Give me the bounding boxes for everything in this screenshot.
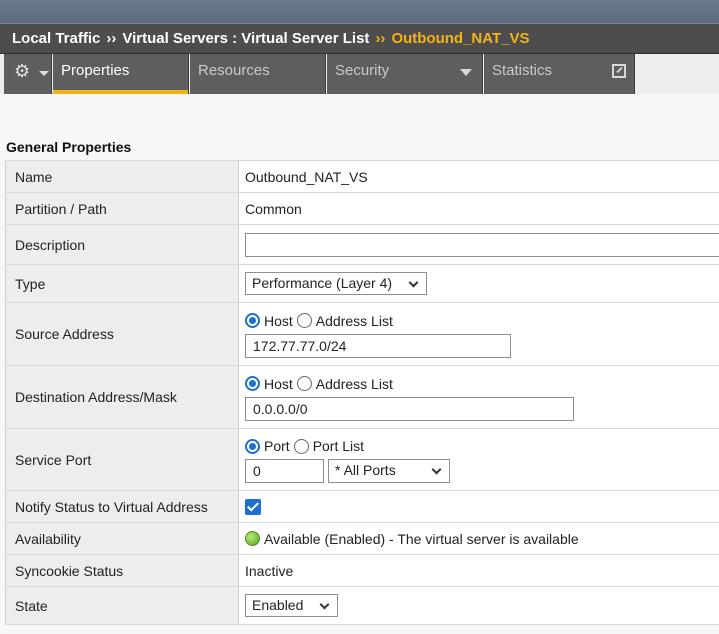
syncookie-value: Inactive bbox=[238, 554, 719, 587]
table-row: Name Outbound_NAT_VS bbox=[5, 160, 719, 193]
tab-label: Statistics bbox=[492, 62, 553, 79]
table-row: Service Port Port Port List 0 * All Port… bbox=[5, 428, 719, 491]
table-row: Notify Status to Virtual Address bbox=[5, 490, 719, 523]
radio-label: Host bbox=[264, 312, 293, 329]
radio-label: Host bbox=[264, 375, 293, 392]
breadcrumb-virtual-server-list[interactable]: Virtual Servers : Virtual Server List bbox=[122, 30, 369, 47]
radio-label: Address List bbox=[315, 375, 393, 392]
partition-value: Common bbox=[238, 192, 719, 225]
service-port-select-value: * All Ports bbox=[335, 462, 396, 478]
table-row: Availability Available (Enabled) - The v… bbox=[5, 522, 719, 555]
table-row: State Enabled bbox=[5, 586, 719, 625]
table-row: Syncookie Status Inactive bbox=[5, 554, 719, 587]
gear-icon: ⚙ bbox=[14, 61, 31, 81]
destination-host-radio[interactable] bbox=[245, 376, 260, 391]
field-label: Syncookie Status bbox=[5, 554, 239, 587]
state-select-value: Enabled bbox=[252, 597, 304, 613]
field-label: Partition / Path bbox=[5, 192, 239, 225]
gear-menu-button[interactable]: ⚙ bbox=[4, 54, 52, 94]
state-select[interactable]: Enabled bbox=[245, 594, 338, 617]
radio-label: Port bbox=[264, 438, 290, 454]
tab-label: Security bbox=[335, 62, 390, 79]
status-available-icon bbox=[245, 530, 260, 546]
radio-label: Port List bbox=[312, 438, 365, 454]
field-label: Source Address bbox=[5, 302, 239, 366]
field-label: Description bbox=[5, 224, 239, 265]
source-radio-group: Host Address List bbox=[245, 311, 719, 331]
type-select[interactable]: Performance (Layer 4) bbox=[245, 272, 427, 295]
field-label: Name bbox=[5, 160, 239, 193]
chevron-down-icon bbox=[460, 69, 472, 76]
availability-value: Available (Enabled) - The virtual server… bbox=[264, 530, 579, 547]
tab-resources[interactable]: Resources bbox=[190, 54, 326, 94]
breadcrumb-local-traffic[interactable]: Local Traffic bbox=[12, 30, 100, 47]
destination-address-input[interactable]: 0.0.0.0/0 bbox=[245, 396, 574, 421]
field-label: Notify Status to Virtual Address bbox=[5, 490, 239, 523]
tab-security[interactable]: Security bbox=[327, 54, 483, 94]
section-title: General Properties bbox=[6, 139, 132, 155]
table-row: Destination Address/Mask Host Address Li… bbox=[5, 365, 719, 429]
top-strip bbox=[0, 0, 719, 23]
field-label: Type bbox=[5, 264, 239, 303]
chevron-down-icon bbox=[39, 71, 49, 76]
breadcrumb-separator: ›› bbox=[106, 30, 117, 47]
breadcrumb: Local Traffic ›› Virtual Servers : Virtual… bbox=[0, 23, 719, 54]
type-select-value: Performance (Layer 4) bbox=[252, 275, 393, 291]
tab-properties[interactable]: Properties bbox=[53, 54, 189, 94]
service-port-select[interactable]: * All Ports bbox=[328, 459, 450, 483]
radio-label: Address List bbox=[315, 312, 393, 329]
chevron-down-icon bbox=[408, 277, 419, 288]
destination-address-list-radio[interactable] bbox=[296, 376, 312, 391]
breadcrumb-current: Outbound_NAT_VS bbox=[391, 30, 530, 47]
description-input[interactable] bbox=[245, 232, 719, 257]
name-value: Outbound_NAT_VS bbox=[238, 160, 719, 193]
service-port-radio[interactable] bbox=[245, 438, 260, 454]
service-port-controls: 0 * All Ports bbox=[245, 459, 719, 483]
general-properties-table: Name Outbound_NAT_VS Partition / Path Co… bbox=[5, 160, 719, 625]
source-address-input[interactable]: 172.77.77.0/24 bbox=[245, 333, 511, 358]
field-label: Service Port bbox=[5, 428, 239, 491]
chevron-down-icon bbox=[319, 599, 330, 610]
service-port-input[interactable]: 0 bbox=[245, 459, 324, 483]
source-address-list-radio[interactable] bbox=[296, 313, 312, 328]
source-host-radio[interactable] bbox=[245, 313, 260, 328]
tab-bar: ⚙ Properties Resources Security Statisti… bbox=[0, 54, 719, 94]
tab-label: Resources bbox=[198, 62, 270, 79]
tab-statistics[interactable]: Statistics bbox=[484, 54, 635, 94]
field-label: Availability bbox=[5, 522, 239, 555]
tab-label: Properties bbox=[61, 62, 130, 79]
breadcrumb-separator: ›› bbox=[375, 30, 386, 47]
chevron-down-icon bbox=[431, 464, 442, 475]
field-label: Destination Address/Mask bbox=[5, 365, 239, 429]
destination-radio-group: Host Address List bbox=[245, 374, 719, 394]
table-row: Description bbox=[5, 224, 719, 265]
table-row: Partition / Path Common bbox=[5, 192, 719, 225]
service-port-radio-group: Port Port List bbox=[245, 436, 719, 456]
field-label: State bbox=[5, 586, 239, 625]
popout-icon[interactable] bbox=[612, 64, 626, 78]
service-port-list-radio[interactable] bbox=[293, 438, 309, 454]
table-row: Source Address Host Address List 172.77.… bbox=[5, 302, 719, 366]
notify-status-checkbox[interactable] bbox=[245, 499, 261, 516]
table-row: Type Performance (Layer 4) bbox=[5, 264, 719, 303]
